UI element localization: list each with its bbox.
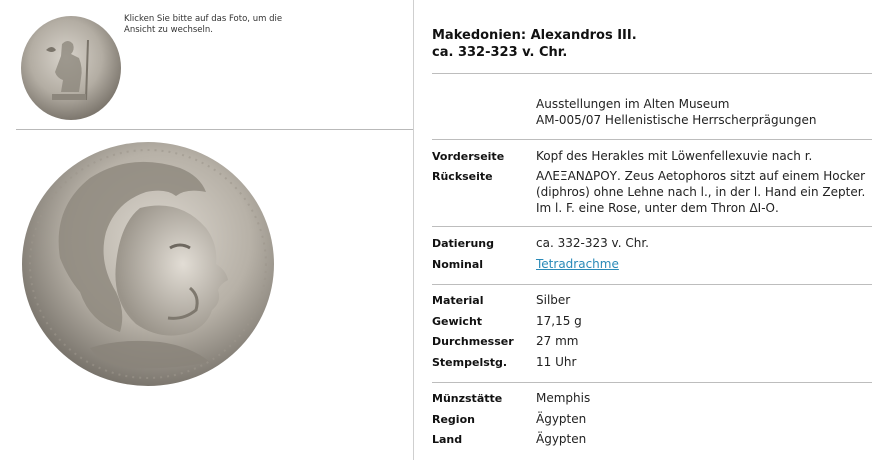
image-panel: Klicken Sie bitte auf das Foto, um die A… <box>0 0 413 460</box>
country-value: Ägypten <box>536 432 587 446</box>
obverse-value: Kopf des Herakles mit Löwenfellexuvie na… <box>536 149 813 163</box>
coin-obverse-photo[interactable] <box>20 138 285 400</box>
reverse-label: Rückseite <box>432 170 493 183</box>
page-title: Makedonien: Alexandros III. <box>432 28 637 43</box>
die-axis-value: 11 Uhr <box>536 355 577 369</box>
date-label: Datierung <box>432 237 495 250</box>
photo-toggle-hint: Klicken Sie bitte auf das Foto, um die A… <box>124 14 283 35</box>
nominal-link[interactable]: Tetradrachme <box>536 256 619 272</box>
weight-value: 17,15 g <box>536 314 582 328</box>
section-divider <box>432 139 872 140</box>
section-divider <box>432 73 872 74</box>
section-divider <box>432 284 872 285</box>
nominal-label: Nominal <box>432 258 484 271</box>
coin-details-panel: Makedonien: Alexandros III. ca. 332-323 … <box>414 0 873 460</box>
coin-reverse-thumbnail[interactable] <box>18 14 124 122</box>
section-divider <box>432 226 872 227</box>
material-value: Silber <box>536 293 571 307</box>
date-value: ca. 332-323 v. Chr. <box>536 236 649 250</box>
diameter-value: 27 mm <box>536 334 579 348</box>
reverse-value-line2: (diphros) ohne Lehne nach l., in der l. … <box>536 185 866 199</box>
diameter-label: Durchmesser <box>432 335 514 348</box>
left-divider <box>16 129 413 130</box>
reverse-value-line1: ΑΛΕΞΑΝΔΡΟΥ. Zeus Aetophoros sitzt auf ei… <box>536 169 866 183</box>
obverse-label: Vorderseite <box>432 150 505 163</box>
region-label: Region <box>432 413 475 426</box>
page-subtitle: ca. 332-323 v. Chr. <box>432 45 568 60</box>
mint-label: Münzstätte <box>432 392 503 405</box>
exhibition-title: Ausstellungen im Alten Museum <box>536 97 730 111</box>
die-axis-label: Stempelstg. <box>432 356 508 369</box>
country-label: Land <box>432 433 463 446</box>
mint-value: Memphis <box>536 391 591 405</box>
reverse-value-line3: Im l. F. eine Rose, unter dem Thron ΔΙ-Ο… <box>536 201 779 215</box>
weight-label: Gewicht <box>432 315 483 328</box>
section-divider <box>432 382 872 383</box>
material-label: Material <box>432 294 484 307</box>
region-value: Ägypten <box>536 412 587 426</box>
exhibition-subtitle: AM-005/07 Hellenistische Herrscherprägun… <box>536 113 817 127</box>
